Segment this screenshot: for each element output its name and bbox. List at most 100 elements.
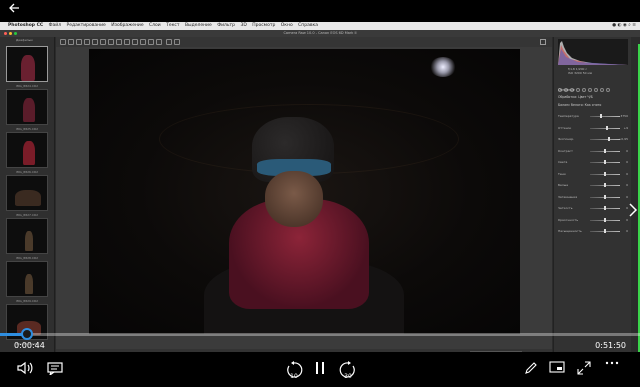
transform-tool-icon[interactable] — [116, 39, 122, 45]
slider-label: Экспонир. — [558, 137, 575, 141]
volume-icon — [17, 361, 33, 375]
slider-value[interactable]: 0 — [626, 159, 628, 165]
slider-knob[interactable] — [604, 160, 606, 164]
tab-calibration-icon[interactable] — [600, 88, 604, 92]
minimize-dot-icon — [9, 32, 12, 35]
back-button[interactable] — [6, 2, 22, 18]
red-eye-icon[interactable] — [132, 39, 138, 45]
more-button[interactable] — [601, 358, 623, 380]
slider-label: Оттенок — [558, 125, 572, 130]
white-balance-select[interactable]: Баланс белого: Как снято — [558, 103, 601, 107]
slider-value[interactable]: 3750 — [620, 113, 628, 119]
pause-icon — [316, 362, 324, 374]
graduated-filter-icon[interactable] — [148, 39, 154, 45]
histogram — [558, 39, 628, 65]
spot-removal-icon[interactable] — [124, 39, 130, 45]
zoom-tool-icon[interactable] — [60, 39, 66, 45]
filmstrip-thumbnail[interactable] — [6, 261, 48, 297]
slider-knob[interactable] — [604, 148, 606, 153]
tab-lens-icon[interactable] — [588, 88, 592, 92]
slider-value[interactable]: +0,95 — [619, 136, 628, 142]
radial-filter-icon[interactable] — [156, 39, 162, 45]
more-icon — [605, 361, 619, 365]
next-button[interactable] — [628, 202, 638, 222]
treatment-options[interactable]: Обработка: Цвет Ч/Б — [558, 95, 593, 99]
menubar-item: Слои — [149, 23, 161, 28]
seek-bar[interactable] — [0, 328, 640, 340]
slider-label: Красочность — [558, 217, 579, 222]
slider-knob[interactable] — [607, 137, 610, 141]
tab-presets-icon[interactable] — [606, 88, 610, 92]
tab-effects-icon[interactable] — [594, 88, 598, 92]
thumbnail-image — [23, 98, 35, 122]
color-sampler-icon[interactable] — [84, 39, 90, 45]
menubar-item: Изображение — [111, 23, 144, 28]
slider-value[interactable]: 0 — [626, 182, 628, 188]
slider-knob[interactable] — [604, 217, 606, 222]
slider-knob[interactable] — [604, 194, 606, 199]
crop-tool-icon[interactable] — [100, 39, 106, 45]
fullscreen-button[interactable] — [573, 358, 595, 380]
adjustment-slider-row: Света 0 — [558, 159, 628, 165]
slider-knob[interactable] — [604, 229, 606, 233]
filmstrip-thumbnail[interactable] — [6, 175, 48, 211]
menubar-item: Файл — [48, 23, 62, 28]
slider-knob[interactable] — [605, 125, 608, 130]
adjustment-brush-icon[interactable] — [140, 39, 146, 45]
slider-value[interactable]: 0 — [626, 228, 628, 234]
volume-button[interactable] — [14, 358, 36, 380]
edit-button[interactable] — [520, 358, 542, 380]
thumbnail-caption: IMG_8829.CR2 — [16, 299, 38, 303]
hand-tool-icon[interactable] — [68, 39, 74, 45]
tab-hsl-icon[interactable] — [576, 88, 580, 92]
straighten-tool-icon[interactable] — [108, 39, 114, 45]
slider-knob[interactable] — [604, 171, 606, 176]
fullscreen-toggle-icon[interactable] — [540, 39, 546, 45]
pause-button[interactable] — [309, 358, 331, 380]
menubar-item: Текст — [166, 23, 180, 28]
player-top-bar — [0, 0, 640, 22]
remaining-time: 0:51:50 — [595, 341, 626, 350]
slider-knob[interactable] — [604, 206, 606, 210]
filmstrip-thumbnail[interactable] — [6, 46, 48, 82]
white-balance-tool-icon[interactable] — [76, 39, 82, 45]
photo-preview[interactable] — [89, 49, 520, 334]
image-canvas — [56, 47, 552, 349]
slider-knob[interactable] — [599, 114, 602, 118]
close-dot-icon — [4, 32, 7, 35]
miniplayer-button[interactable] — [546, 358, 568, 380]
miniplayer-icon — [549, 361, 565, 373]
slider-label: Света — [558, 160, 568, 164]
slider-label: Затемнения — [558, 194, 578, 199]
filmstrip-thumbnail[interactable] — [6, 89, 48, 125]
thumbnail-caption: IMG_8825.CR2 — [16, 127, 38, 131]
camera-raw-toolbar — [56, 37, 552, 47]
slider-track[interactable] — [590, 116, 620, 117]
slider-label: Контраст — [558, 148, 573, 153]
slider-value[interactable]: 0 — [626, 194, 628, 200]
menubar-item: Фильтр — [217, 23, 236, 28]
seek-handle[interactable] — [20, 328, 33, 340]
rotate-left-icon[interactable] — [166, 39, 172, 45]
thumbnail-caption: IMG_8826.CR2 — [16, 170, 38, 174]
adjustment-slider-row: Температура 3750 — [558, 113, 628, 119]
video-frame[interactable]: Photoshop CC Файл Редактирование Изображ… — [0, 22, 640, 360]
rotate-right-icon[interactable] — [174, 39, 180, 45]
adjustments-panel: f/1,8 1/200 с ISO 3200 50 мм Основные Об… — [553, 37, 631, 360]
skip-back-button[interactable]: 10 — [283, 358, 305, 380]
filmstrip-thumbnail[interactable] — [6, 218, 48, 254]
slider-track[interactable] — [590, 139, 620, 140]
slider-label: Тени — [558, 171, 566, 176]
menubar-item: Окно — [280, 23, 293, 28]
slider-value[interactable]: 0 — [626, 148, 628, 154]
slider-knob[interactable] — [604, 183, 606, 187]
tab-split-icon[interactable] — [582, 88, 586, 92]
target-adjust-icon[interactable] — [92, 39, 98, 45]
thumbnail-image — [21, 55, 35, 81]
skip-forward-button[interactable]: 30 — [337, 358, 359, 380]
readout-line: ISO 3200 50 мм — [568, 71, 592, 75]
slider-value[interactable]: 0 — [626, 171, 628, 177]
slider-value[interactable]: +9 — [624, 125, 628, 131]
filmstrip-thumbnail[interactable] — [6, 132, 48, 168]
captions-button[interactable] — [44, 358, 66, 380]
